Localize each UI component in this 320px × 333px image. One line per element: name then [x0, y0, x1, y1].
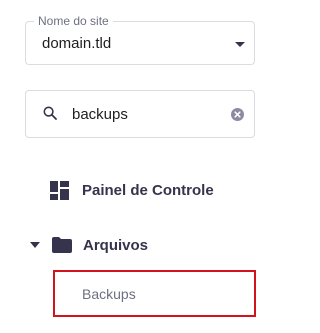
- sidebar-panel: Nome do site domain.tld Painel de Contro…: [0, 0, 298, 333]
- nav-item-files[interactable]: Arquivos: [30, 231, 148, 259]
- nav-item-label: Arquivos: [83, 236, 149, 254]
- search-input[interactable]: [72, 104, 222, 124]
- sidebar-item-label: Backups: [82, 286, 136, 302]
- search-icon: [43, 106, 57, 120]
- chevron-down-icon[interactable]: [235, 42, 245, 47]
- expand-arrow-icon[interactable]: [30, 242, 40, 248]
- sidebar-item-backups[interactable]: Backups: [53, 270, 256, 317]
- site-select-value: domain.tld: [42, 35, 112, 52]
- nav-item-dashboard[interactable]: Painel de Controle: [50, 176, 214, 204]
- search-box: [25, 90, 255, 138]
- site-select[interactable]: Nome do site domain.tld: [25, 14, 255, 65]
- site-select-label: Nome do site: [34, 14, 113, 28]
- clear-icon[interactable]: [231, 108, 244, 121]
- nav-item-label: Painel de Controle: [82, 181, 214, 199]
- dashboard-icon: [50, 180, 69, 200]
- folder-icon: [52, 237, 72, 253]
